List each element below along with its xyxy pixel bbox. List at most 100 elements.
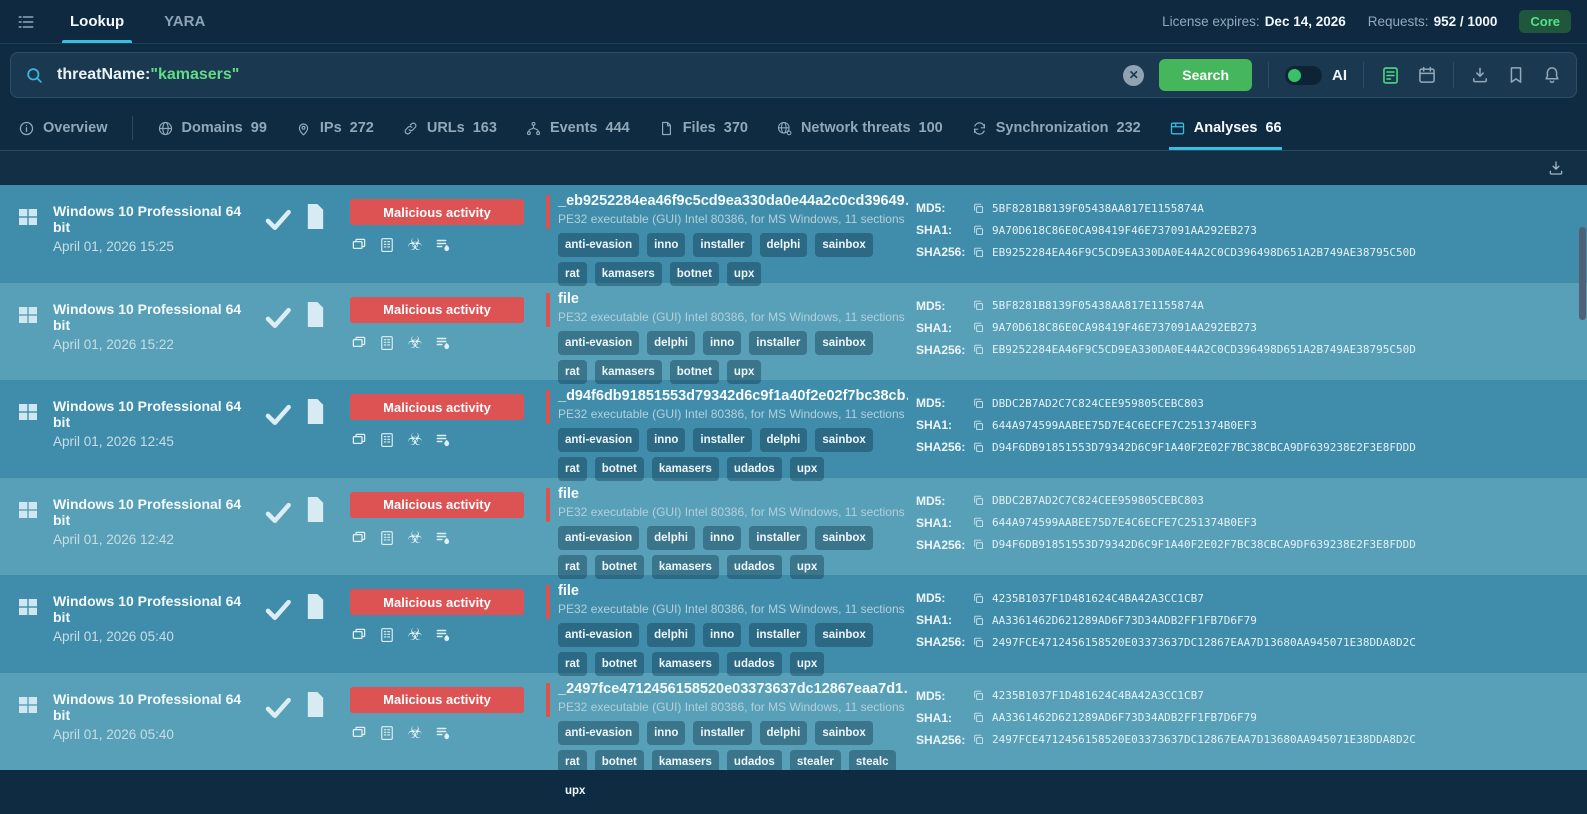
copy-icon[interactable] <box>972 397 985 410</box>
analysis-row[interactable]: Windows 10 Professional 64 bit April 01,… <box>0 380 1587 482</box>
tag-inno[interactable]: inno <box>647 720 686 745</box>
copy-icon[interactable] <box>972 299 985 312</box>
menu-list-icon[interactable] <box>16 12 36 32</box>
biohazard-icon[interactable]: ☣ <box>406 723 424 742</box>
copy-icon[interactable] <box>972 494 985 507</box>
hash-value[interactable]: EB9252284EA46F9C5CD9EA330DA0E44A2C0CD396… <box>992 246 1416 259</box>
tag-delphi[interactable]: delphi <box>759 428 808 453</box>
report-icon[interactable] <box>378 236 396 254</box>
copy-icon[interactable] <box>972 733 985 746</box>
tag-anti-evasion[interactable]: anti-evasion <box>558 720 640 745</box>
clear-search-button[interactable]: ✕ <box>1123 64 1145 86</box>
tag-anti-evasion[interactable]: anti-evasion <box>558 428 640 453</box>
nav-tab-lookup[interactable]: Lookup <box>61 0 133 43</box>
tag-upx[interactable]: upx <box>789 554 825 579</box>
tag-installer[interactable]: installer <box>749 330 808 355</box>
calendar-icon[interactable] <box>1417 65 1437 85</box>
tag-kamasers[interactable]: kamasers <box>651 554 719 579</box>
report-icon[interactable] <box>378 431 396 449</box>
doc-lines-icon[interactable] <box>1380 65 1401 86</box>
hash-value[interactable]: 644A974599AABEE75D7E4C6ECFE7C251374B0EF3 <box>992 419 1257 432</box>
report-icon[interactable] <box>378 626 396 644</box>
tag-installer[interactable]: installer <box>693 428 752 453</box>
biohazard-icon[interactable]: ☣ <box>406 528 424 547</box>
hash-value[interactable]: 4235B1037F1D481624C4BA42A3CC1CB7 <box>992 689 1204 702</box>
tag-anti-evasion[interactable]: anti-evasion <box>558 330 640 355</box>
hash-value[interactable]: DBDC2B7AD2C7C824CEE959805CEBC803 <box>992 397 1204 410</box>
tag-rat[interactable]: rat <box>558 457 587 482</box>
tag-anti-evasion[interactable]: anti-evasion <box>558 623 640 648</box>
tag-kamasers[interactable]: kamasers <box>651 457 719 482</box>
tag-botnet[interactable]: botnet <box>669 359 719 384</box>
tag-upx[interactable]: upx <box>726 262 762 286</box>
hash-value[interactable]: D94F6DB91851553D79342D6C9F1A40F2E02F7BC3… <box>992 538 1416 551</box>
hash-value[interactable]: 644A974599AABEE75D7E4C6ECFE7C251374B0EF3 <box>992 516 1257 529</box>
biohazard-icon[interactable]: ☣ <box>406 626 424 644</box>
tab-domains[interactable]: Domains 99 <box>157 106 267 150</box>
biohazard-icon[interactable]: ☣ <box>406 236 424 254</box>
copy-icon[interactable] <box>972 224 985 237</box>
biohazard-icon[interactable]: ☣ <box>406 333 424 352</box>
analysis-row[interactable]: Windows 10 Professional 64 bit April 01,… <box>0 575 1587 677</box>
export-download-icon[interactable] <box>1547 159 1565 177</box>
stacked-windows-icon[interactable] <box>350 334 368 352</box>
report-icon[interactable] <box>378 724 396 742</box>
tab-network-threats[interactable]: Network threats 100 <box>776 106 943 150</box>
report-icon[interactable] <box>378 529 396 547</box>
stacked-windows-icon[interactable] <box>350 236 368 254</box>
tag-kamasers[interactable]: kamasers <box>594 262 662 286</box>
tag-stealer[interactable]: stealer <box>789 749 841 774</box>
tag-rat[interactable]: rat <box>558 359 587 384</box>
copy-icon[interactable] <box>972 614 985 627</box>
tag-sainbox[interactable]: sainbox <box>815 233 873 257</box>
analysis-row[interactable]: Windows 10 Professional 64 bit April 01,… <box>0 282 1587 384</box>
tag-inno[interactable]: inno <box>702 330 742 355</box>
bell-icon[interactable] <box>1542 65 1562 85</box>
tag-sainbox[interactable]: sainbox <box>815 428 873 453</box>
tag-installer[interactable]: installer <box>749 525 808 550</box>
tab-overview[interactable]: Overview <box>18 106 108 150</box>
threat-list-icon[interactable] <box>434 334 452 352</box>
analysis-row[interactable]: Windows 10 Professional 64 bit April 01,… <box>0 185 1587 286</box>
threat-list-icon[interactable] <box>434 724 452 742</box>
tag-botnet[interactable]: botnet <box>594 554 644 579</box>
tag-installer[interactable]: installer <box>693 720 752 745</box>
tag-upx[interactable]: upx <box>789 457 825 482</box>
copy-icon[interactable] <box>972 538 985 551</box>
tab-events[interactable]: Events 444 <box>525 106 630 150</box>
tag-upx[interactable]: upx <box>558 778 593 803</box>
copy-icon[interactable] <box>972 592 985 605</box>
file-name[interactable]: file <box>558 291 908 307</box>
ai-toggle[interactable] <box>1285 65 1322 85</box>
hash-value[interactable]: 9A70D618C86E0CA98419F46E737091AA292EB273 <box>992 224 1257 237</box>
tag-sainbox[interactable]: sainbox <box>815 525 873 550</box>
hash-value[interactable]: AA3361462D621289AD6F73D34ADB2FF1FB7D6F79 <box>992 711 1257 724</box>
tag-botnet[interactable]: botnet <box>594 749 644 774</box>
tag-delphi[interactable]: delphi <box>647 330 695 355</box>
tag-inno[interactable]: inno <box>647 233 686 257</box>
hash-value[interactable]: 9A70D618C86E0CA98419F46E737091AA292EB273 <box>992 321 1257 334</box>
hash-value[interactable]: 5BF8281B8139F05438AA817E1155874A <box>992 202 1204 215</box>
copy-icon[interactable] <box>972 419 985 432</box>
copy-icon[interactable] <box>972 516 985 529</box>
tag-anti-evasion[interactable]: anti-evasion <box>558 233 640 257</box>
copy-icon[interactable] <box>972 246 985 259</box>
tag-rat[interactable]: rat <box>558 652 587 677</box>
tag-botnet[interactable]: botnet <box>669 262 719 286</box>
threat-list-icon[interactable] <box>434 529 452 547</box>
tag-kamasers[interactable]: kamasers <box>651 749 719 774</box>
tag-udados[interactable]: udados <box>726 749 782 774</box>
tag-delphi[interactable]: delphi <box>647 623 695 648</box>
hash-value[interactable]: 2497FCE4712456158520E03373637DC12867EAA7… <box>992 733 1416 746</box>
hash-value[interactable]: 4235B1037F1D481624C4BA42A3CC1CB7 <box>992 592 1204 605</box>
file-name[interactable]: file <box>558 486 908 502</box>
copy-icon[interactable] <box>972 202 985 215</box>
stacked-windows-icon[interactable] <box>350 626 368 644</box>
tag-sainbox[interactable]: sainbox <box>815 623 873 648</box>
stacked-windows-icon[interactable] <box>350 529 368 547</box>
report-icon[interactable] <box>378 334 396 352</box>
tag-installer[interactable]: installer <box>693 233 752 257</box>
tag-kamasers[interactable]: kamasers <box>594 359 662 384</box>
tag-installer[interactable]: installer <box>749 623 808 648</box>
copy-icon[interactable] <box>972 321 985 334</box>
